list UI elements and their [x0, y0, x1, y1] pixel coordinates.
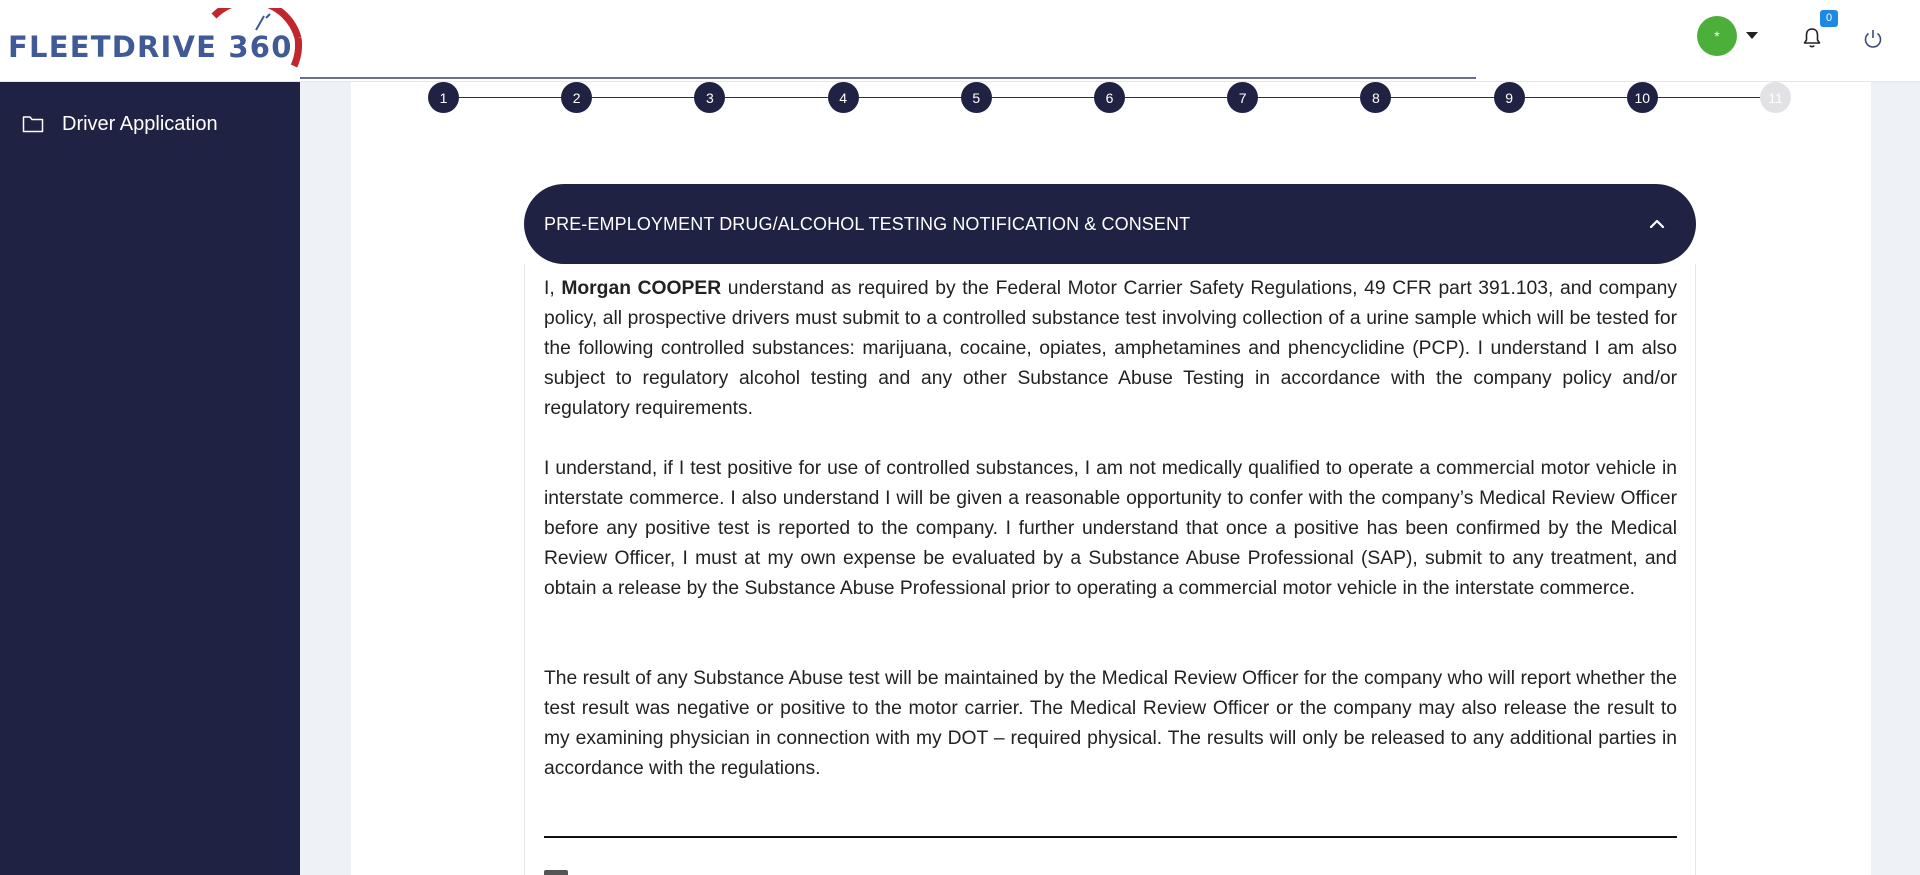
power-icon[interactable] — [1862, 28, 1884, 50]
section-title: PRE-EMPLOYMENT DRUG/ALCOHOL TESTING NOTI… — [544, 213, 1191, 234]
consent-paragraph-2: I understand, if I test positive for use… — [544, 458, 1677, 599]
step-5[interactable]: 5 — [960, 82, 992, 113]
step-connector — [991, 97, 1094, 98]
step-3[interactable]: 3 — [694, 82, 726, 113]
step-11[interactable]: 11 — [1760, 82, 1791, 113]
step-connector — [459, 97, 562, 98]
step-1[interactable]: 1 — [428, 82, 459, 113]
step-connector — [1524, 97, 1627, 98]
step-6[interactable]: 6 — [1094, 82, 1125, 113]
progress-rule — [300, 77, 1476, 79]
consent-checkbox[interactable] — [544, 870, 568, 875]
step-9[interactable]: 9 — [1493, 82, 1525, 113]
paragraph-text: understand as required by the Federal Mo… — [544, 278, 1677, 419]
paragraph-prefix: I, — [544, 278, 562, 299]
step-connector — [1125, 97, 1228, 98]
step-connector — [1657, 97, 1760, 98]
accordion-header[interactable]: PRE-EMPLOYMENT DRUG/ALCOHOL TESTING NOTI… — [524, 184, 1696, 264]
consent-paragraph-1: I, Morgan COOPER understand as required … — [544, 274, 1677, 424]
speedometer-icon — [211, 8, 302, 68]
step-8[interactable]: 8 — [1360, 82, 1392, 113]
sidebar-item-driver-application[interactable]: Driver Application — [0, 106, 300, 142]
sidebar-item-label: Driver Application — [62, 112, 218, 135]
step-4[interactable]: 4 — [827, 82, 859, 113]
step-connector — [1258, 97, 1361, 98]
folder-icon — [22, 116, 44, 133]
step-7[interactable]: 7 — [1227, 82, 1259, 113]
fleetdrive-logo[interactable]: FLEETDRIVE 360 — [6, 8, 306, 70]
step-connector — [592, 97, 695, 98]
step-10[interactable]: 10 — [1626, 82, 1658, 113]
step-connector — [1391, 97, 1494, 98]
step-connector — [858, 97, 961, 98]
top-header: FLEETDRIVE 360 * 0 — [0, 0, 1920, 82]
sidebar: Driver Application — [0, 82, 300, 875]
step-indicator: 1 2 3 4 5 6 7 8 9 10 11 — [428, 82, 1791, 114]
applicant-name: Morgan COOPER — [561, 278, 722, 299]
chevron-down-icon[interactable] — [1746, 32, 1758, 39]
notification-badge: 0 — [1820, 10, 1838, 27]
step-connector — [725, 97, 828, 98]
consent-paragraph-3: The result of any Substance Abuse test w… — [544, 668, 1677, 779]
chevron-up-icon[interactable] — [1648, 218, 1666, 230]
bell-icon[interactable] — [1800, 26, 1824, 50]
user-avatar[interactable]: * — [1697, 16, 1737, 56]
step-2[interactable]: 2 — [561, 82, 593, 113]
signature-divider — [544, 836, 1677, 838]
